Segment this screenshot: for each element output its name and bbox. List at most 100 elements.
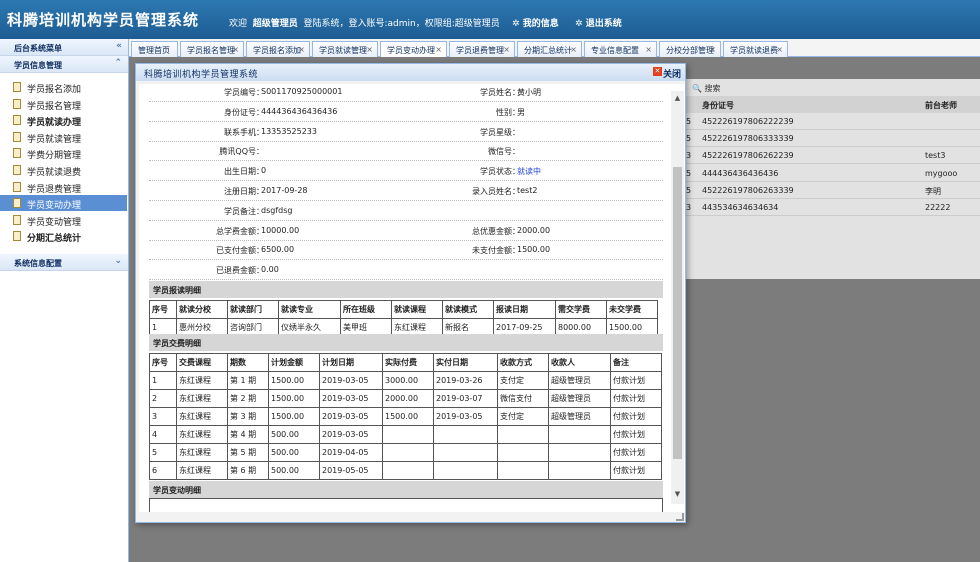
dialog-scrollbar[interactable]: ▲ ▼	[671, 91, 684, 504]
row-id: 452226197806262239	[702, 151, 794, 161]
tab[interactable]: 学员报名添加 ×	[246, 41, 310, 57]
table-cell: 1500.00	[268, 389, 320, 408]
section-system-config-header[interactable]: 系统信息配置 ⌄	[0, 254, 128, 271]
tab-close-icon[interactable]: ×	[232, 45, 239, 54]
table-cell: 超级管理员	[548, 371, 611, 390]
tab-bar: 管理首页 学员报名管理 × 学员报名添加 × 学员就读管理 × 学员变动办理 × 学员退费管理 × 分…	[129, 39, 980, 57]
table-cell: 2019-03-05	[433, 407, 498, 426]
sidebar-item-label: 学费分期管理	[27, 151, 82, 162]
info-value: 黄小明	[517, 88, 541, 97]
section-student-info-header[interactable]: 学员信息管理 ⌃	[0, 56, 128, 73]
tab-close-icon[interactable]: ×	[776, 45, 783, 54]
resize-handle-icon[interactable]	[676, 513, 684, 521]
header-cell: 就读模式	[442, 300, 494, 319]
table-cell: 付款计划	[610, 461, 662, 480]
header-cell: 计划金额	[268, 353, 320, 372]
info-row: 已支付金额： 6500.00 未支付金额： 1500.00	[149, 240, 663, 261]
tab[interactable]: 分校分部管理 ×	[659, 41, 721, 57]
tab[interactable]: 学员报名管理 ×	[180, 41, 244, 57]
sidebar-item[interactable]: 学员就读办理	[0, 112, 127, 128]
tab-close-icon[interactable]: ×	[570, 45, 577, 54]
table-row: 5 452226197806333339	[679, 130, 980, 148]
sidebar-item[interactable]: 学费分期管理	[0, 145, 127, 161]
info-value: 6500.00	[261, 245, 295, 255]
sidebar-item[interactable]: 学员变动办理	[0, 195, 127, 212]
row-teacher: 22222	[925, 203, 951, 212]
sidebar-item[interactable]: 学员报名管理	[0, 96, 127, 112]
table-cell	[382, 461, 434, 480]
table-cell: 1	[149, 371, 177, 390]
sidebar-item[interactable]: 学员退费管理	[0, 179, 127, 195]
user-name: 超级管理员	[252, 19, 298, 29]
sidebar-item-label: 学员就读退费	[27, 168, 82, 178]
tab-label: 学员变动办理	[387, 46, 435, 55]
row-id: 452226197806263339	[702, 185, 794, 195]
scroll-up-icon[interactable]: ▲	[673, 94, 682, 104]
backend-menu-header[interactable]: 后台系统菜单 «	[0, 39, 128, 56]
row-prefix: 5	[686, 117, 692, 126]
table-cell	[497, 461, 549, 480]
tab[interactable]: 学员变动办理 ×	[380, 41, 447, 57]
tab-close-icon[interactable]: ×	[298, 45, 305, 54]
info-label: 已退费金额：	[216, 266, 264, 276]
sidebar-item[interactable]: 学员就读管理	[0, 129, 127, 145]
enroll-table: 序号 就读分校 就读部门 就读专业 所在班级 就读课程 就读模式 报读日期 需交学费 未交学费 1 惠…	[149, 300, 658, 337]
tab[interactable]: 分期汇总统计 ×	[517, 41, 582, 57]
table-cell: 东红课程	[176, 425, 228, 444]
dialog-close-button[interactable]: ✕ 关闭	[652, 67, 681, 80]
tab-close-icon[interactable]: ×	[709, 45, 716, 54]
collapse-left-icon[interactable]: «	[116, 41, 122, 51]
expand-down-icon[interactable]: ⌄	[114, 256, 122, 266]
tab[interactable]: 专业信息配置 ×	[584, 41, 657, 57]
tab[interactable]: 学员就读管理 ×	[312, 41, 378, 57]
collapse-up-icon[interactable]: ⌃	[114, 58, 122, 68]
info-row: 学员备注： dsgfdsg	[149, 201, 663, 221]
table-cell: 2019-03-05	[319, 371, 383, 390]
tab-close-icon[interactable]: ×	[366, 45, 373, 54]
system-title: 科腾培训机构学员管理系统	[7, 11, 200, 29]
table-cell: 付款计划	[610, 389, 662, 408]
search-button[interactable]: 🔍 搜索	[692, 83, 721, 94]
payment-table: 序号 交费课程 期数 计划金额 计划日期 实际付费 实付日期 收款方式 收款人 备注 1 东红课程第 …	[149, 353, 662, 480]
row-id: 444436436436436	[702, 168, 779, 178]
sidebar-item[interactable]: 学员变动管理	[0, 212, 127, 228]
info-row: 联系手机： 13353525233 学员星级：	[149, 122, 663, 142]
row-teacher: test3	[925, 151, 946, 161]
tab-close-icon[interactable]: ×	[503, 45, 510, 54]
table-cell: 2019-03-07	[433, 389, 498, 408]
tab-close-icon[interactable]: ×	[435, 45, 442, 54]
welcome-text: 欢迎 超级管理员 登陆系统，登入账号:admin，权限组:超级管理员	[229, 19, 500, 29]
header-cell: 交费课程	[176, 353, 228, 372]
scrollbar-thumb[interactable]	[673, 167, 682, 459]
table-cell: 500.00	[268, 461, 320, 480]
table-cell: 2019-03-26	[433, 371, 498, 390]
info-label: 腾讯QQ号：	[219, 147, 264, 157]
sidebar-item[interactable]: 学员报名添加	[0, 79, 127, 95]
scroll-down-icon[interactable]: ▼	[673, 490, 682, 500]
my-info-link[interactable]: ✲ 我的信息	[512, 16, 559, 29]
sidebar-item-label: 学员变动管理	[27, 217, 82, 228]
sidebar-item-label: 分期汇总统计	[27, 234, 82, 245]
dialog-body: 学员编号： S001170925000001 学员姓名： 黄小明 身份证号： 444436…	[139, 84, 685, 512]
tab[interactable]: 学员退费管理 ×	[449, 41, 515, 57]
info-label: 学员星级：	[480, 127, 520, 137]
sidebar-item[interactable]: 学员就读退费	[0, 162, 127, 178]
tab-close-icon[interactable]: ×	[645, 45, 652, 54]
header-cell: 实付日期	[433, 353, 498, 372]
table-cell: 4	[149, 425, 177, 444]
info-label: 身份证号：	[224, 107, 264, 117]
tab[interactable]: 学员就读退费 ×	[723, 41, 788, 57]
table-cell: 付款计划	[610, 407, 662, 426]
sidebar-item[interactable]: 分期汇总统计	[0, 228, 127, 244]
table-header: 身份证号 前台老师	[679, 96, 980, 113]
info-row: 注册日期： 2017-09-28 录入员姓名： test2	[149, 181, 663, 201]
info-label: 已支付金额：	[216, 246, 264, 256]
row-id: 452226197806222239	[702, 117, 794, 126]
table-cell: 500.00	[268, 443, 320, 462]
table-cell: 3	[149, 407, 177, 426]
document-icon	[13, 198, 21, 209]
table-cell: 东红课程	[176, 461, 228, 480]
tab-label: 学员退费管理	[456, 46, 504, 55]
logout-link[interactable]: ✲ 退出系统	[575, 16, 622, 29]
tab[interactable]: 管理首页	[131, 41, 178, 57]
